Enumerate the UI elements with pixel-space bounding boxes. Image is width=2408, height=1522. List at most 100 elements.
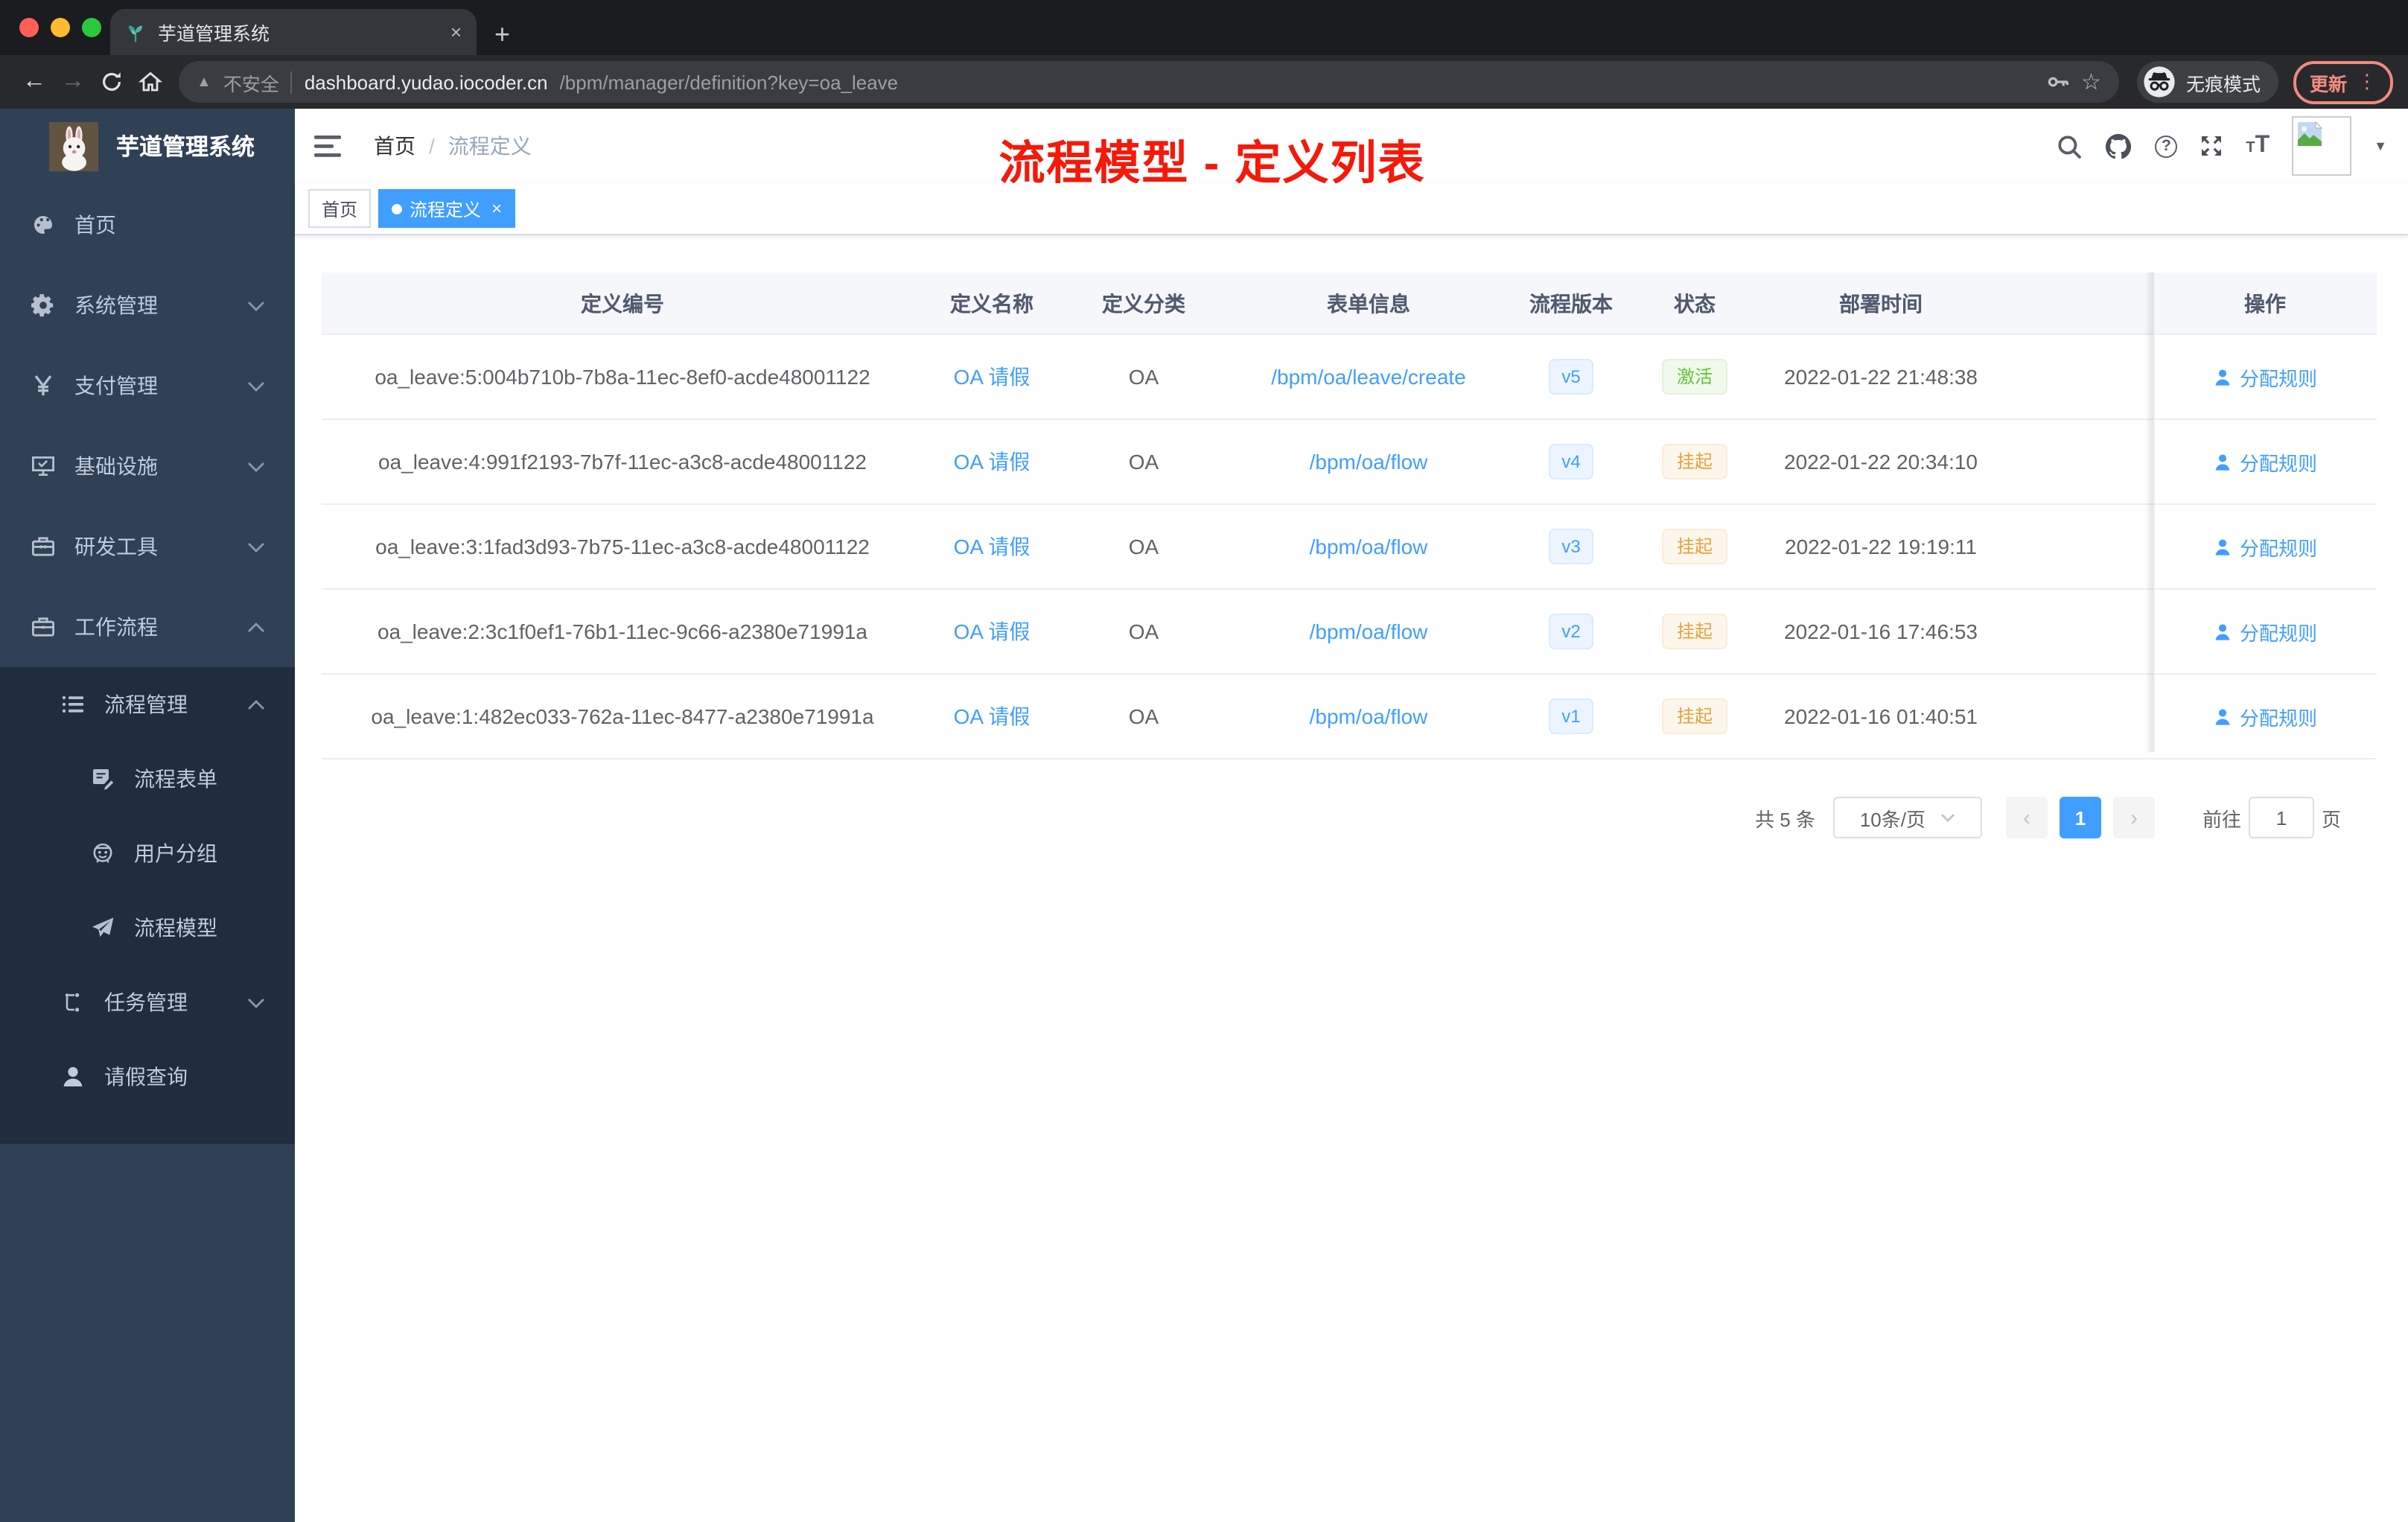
column-header-定义分类: 定义分类	[1102, 291, 1185, 315]
zoom-window-button[interactable]	[82, 18, 101, 37]
next-page-button[interactable]: ›	[2112, 797, 2155, 838]
address-divider	[290, 71, 293, 93]
cell-category: OA	[1128, 620, 1159, 643]
breadcrumb-home[interactable]: 首页	[374, 131, 415, 161]
caret-down-icon[interactable]: ▼	[2374, 138, 2387, 153]
app-logo: 芋道管理系统	[0, 109, 295, 183]
user-icon	[2215, 369, 2230, 385]
refresh-button[interactable]	[92, 70, 131, 94]
cell-definition-id: oa_leave:5:004b710b-7b8a-11ec-8ef0-acde4…	[375, 365, 870, 389]
sidebar-item-工作流程[interactable]: 工作流程	[0, 587, 295, 667]
sidebar-item-label: 基础设施	[74, 454, 158, 478]
sidebar-item-研发工具[interactable]: 研发工具	[0, 506, 295, 587]
sidebar-item-请假查询[interactable]: 请假查询	[0, 1039, 295, 1114]
sidebar-item-支付管理[interactable]: 支付管理	[0, 346, 295, 426]
form-info-link[interactable]: /bpm/oa/flow	[1310, 535, 1428, 558]
select-chevron-down-icon	[1940, 813, 1955, 822]
flow-list-icon	[60, 692, 86, 716]
question-help-icon[interactable]: ?	[2155, 135, 2178, 157]
forward-button[interactable]: →	[54, 69, 92, 94]
goto-page-input[interactable]: 1	[2248, 797, 2314, 838]
form-info-link[interactable]: /bpm/oa/flow	[1310, 620, 1428, 643]
back-button[interactable]: ←	[15, 69, 54, 94]
goto-label: 前往	[2202, 808, 2241, 830]
fullscreen-icon[interactable]	[2200, 134, 2223, 158]
table-row: oa_leave:3:1fad3d93-7b75-11ec-a3c8-acde4…	[322, 505, 2377, 590]
address-bar[interactable]: ▲ 不安全 dashboard.yudao.iocoder.cn/bpm/man…	[179, 61, 2119, 103]
incognito-icon	[2143, 66, 2176, 98]
tag-首页[interactable]: 首页	[308, 189, 372, 228]
definition-name-link[interactable]: OA 请假	[954, 535, 1031, 558]
form-info-link[interactable]: /bpm/oa/flow	[1310, 450, 1428, 474]
monitor-icon	[30, 454, 57, 478]
table-row: oa_leave:5:004b710b-7b8a-11ec-8ef0-acde4…	[322, 335, 2377, 420]
security-label[interactable]: 不安全	[223, 68, 279, 96]
paper-plane-icon	[89, 916, 116, 940]
sidebar-item-流程模型[interactable]: 流程模型	[0, 891, 295, 965]
key-icon[interactable]	[2045, 70, 2069, 94]
assign-rule-link[interactable]: 分配规则	[2213, 617, 2317, 646]
search-icon[interactable]	[2057, 133, 2082, 159]
close-window-button[interactable]	[19, 18, 39, 37]
tag-流程定义[interactable]: 流程定义 ×	[378, 189, 516, 228]
task-tree-icon	[60, 990, 86, 1014]
version-badge: v2	[1549, 614, 1593, 649]
gear-icon	[30, 293, 57, 317]
page-1-button[interactable]: 1	[2059, 797, 2101, 838]
page-size-select[interactable]: 10条/页	[1832, 797, 1982, 838]
sidebar-item-基础设施[interactable]: 基础设施	[0, 426, 295, 506]
browser-menu-dots-icon[interactable]: ⋮	[2357, 70, 2377, 94]
tab-title: 芋道管理系统	[158, 24, 270, 45]
sidebar-item-用户分组[interactable]: 用户分组	[0, 816, 295, 891]
new-tab-button[interactable]: +	[494, 21, 510, 48]
active-dot-icon	[392, 203, 403, 214]
definition-name-link[interactable]: OA 请假	[954, 450, 1031, 474]
prev-page-button[interactable]: ‹	[2005, 797, 2048, 838]
form-info-link[interactable]: /bpm/oa/leave/create	[1271, 365, 1466, 389]
sidebar-item-任务管理[interactable]: 任务管理	[0, 965, 295, 1039]
assign-rule-link[interactable]: 分配规则	[2213, 448, 2317, 476]
app-title: 芋道管理系统	[116, 136, 255, 161]
hamburger-icon[interactable]	[308, 129, 347, 163]
tag-close-icon[interactable]: ×	[491, 200, 502, 217]
tags-view-bar: 首页 流程定义 ×	[295, 183, 2408, 235]
sidebar-item-流程管理[interactable]: 流程管理	[0, 667, 295, 742]
update-browser-button[interactable]: 更新 ⋮	[2293, 60, 2393, 104]
definition-name-link[interactable]: OA 请假	[954, 620, 1031, 643]
pagination: 共 5 条 10条/页 ‹ 1 › 前往 1 页	[295, 797, 2341, 838]
sidebar-item-系统管理[interactable]: 系统管理	[0, 265, 295, 346]
chevron-down-icon	[247, 541, 265, 552]
chevron-down-icon	[247, 380, 265, 391]
definition-name-link[interactable]: OA 请假	[954, 704, 1031, 728]
browser-tab[interactable]: 芋道管理系统 ×	[110, 9, 477, 55]
assign-rule-link[interactable]: 分配规则	[2213, 363, 2317, 391]
user-icon	[2215, 453, 2230, 470]
column-header-状态: 状态	[1674, 291, 1716, 315]
tab-favicon-plant-icon	[125, 22, 146, 42]
bookmark-star-icon[interactable]: ☆	[2081, 69, 2101, 95]
assign-rule-link[interactable]: 分配规则	[2213, 702, 2317, 730]
home-button[interactable]	[131, 70, 170, 94]
sidebar-item-label: 支付管理	[74, 374, 158, 398]
sidebar-item-label: 首页	[74, 213, 116, 237]
tab-close-icon[interactable]: ×	[450, 22, 462, 42]
form-doc-icon	[89, 767, 116, 791]
version-badge: v5	[1549, 359, 1593, 395]
briefcase-icon	[30, 615, 57, 639]
form-info-link[interactable]: /bpm/oa/flow	[1310, 704, 1428, 728]
avatar[interactable]	[2292, 116, 2352, 176]
minimize-window-button[interactable]	[51, 18, 70, 37]
definition-name-link[interactable]: OA 请假	[954, 365, 1031, 389]
sidebar-item-流程表单[interactable]: 流程表单	[0, 742, 295, 816]
incognito-badge: 无痕模式	[2136, 61, 2278, 103]
browser-toolbar: ← → ▲ 不安全 dashboard.yudao.iocoder.cn/bpm…	[0, 55, 2408, 109]
sidebar-item-首页[interactable]: 首页	[0, 185, 295, 265]
table-header-row: 定义编号 定义名称 定义分类 表单信息 流程版本 状态 部署时间 操作	[322, 273, 2377, 335]
pagination-total: 共 5 条	[1755, 808, 1815, 830]
toolbox-icon	[30, 535, 57, 558]
table-row: oa_leave:1:482ec033-762a-11ec-8477-a2380…	[322, 675, 2377, 760]
font-size-icon[interactable]: TT	[2246, 133, 2270, 158]
cell-definition-id: oa_leave:1:482ec033-762a-11ec-8477-a2380…	[371, 704, 874, 728]
assign-rule-link[interactable]: 分配规则	[2213, 532, 2317, 561]
github-icon[interactable]	[2104, 132, 2133, 160]
